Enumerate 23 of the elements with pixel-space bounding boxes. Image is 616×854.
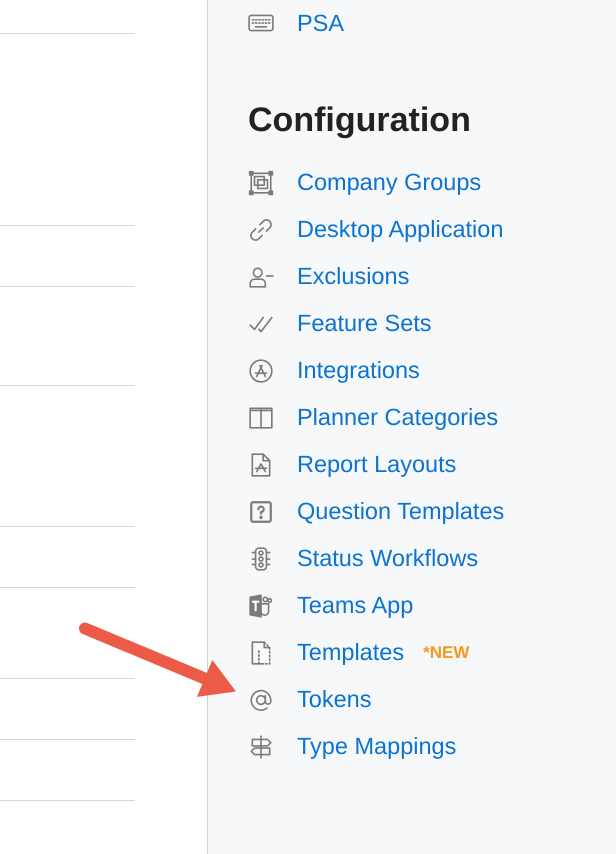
link-icon <box>248 216 274 242</box>
nav-link[interactable]: Company Groups <box>297 169 482 196</box>
nav-link[interactable]: Feature Sets <box>297 310 432 337</box>
nav-link[interactable]: Status Workflows <box>297 545 478 572</box>
frame-icon <box>248 170 274 196</box>
new-label: *NEW <box>423 642 470 662</box>
nav-link[interactable]: Teams App <box>297 592 414 619</box>
nav-link[interactable]: Report Layouts <box>297 451 456 478</box>
nav-link[interactable]: Desktop Application <box>297 216 504 243</box>
nav-link[interactable]: Planner Categories <box>297 404 498 431</box>
nav-link[interactable]: PSA <box>297 10 344 36</box>
nav-link[interactable]: Integrations <box>297 357 420 384</box>
nav-link[interactable]: Tokens <box>297 686 372 713</box>
nav-link[interactable]: Templates <box>297 639 404 666</box>
tile-icon <box>248 592 274 618</box>
columns-icon <box>248 404 274 430</box>
nav-link[interactable]: Exclusions <box>297 263 410 290</box>
question-icon <box>248 498 274 524</box>
nav-link[interactable]: Type Mappings <box>297 733 456 760</box>
nav-link[interactable]: Question Templates <box>297 498 504 525</box>
signpost-icon <box>248 734 274 760</box>
circle-a-icon <box>248 358 274 384</box>
section-heading: Configuration <box>248 100 472 141</box>
